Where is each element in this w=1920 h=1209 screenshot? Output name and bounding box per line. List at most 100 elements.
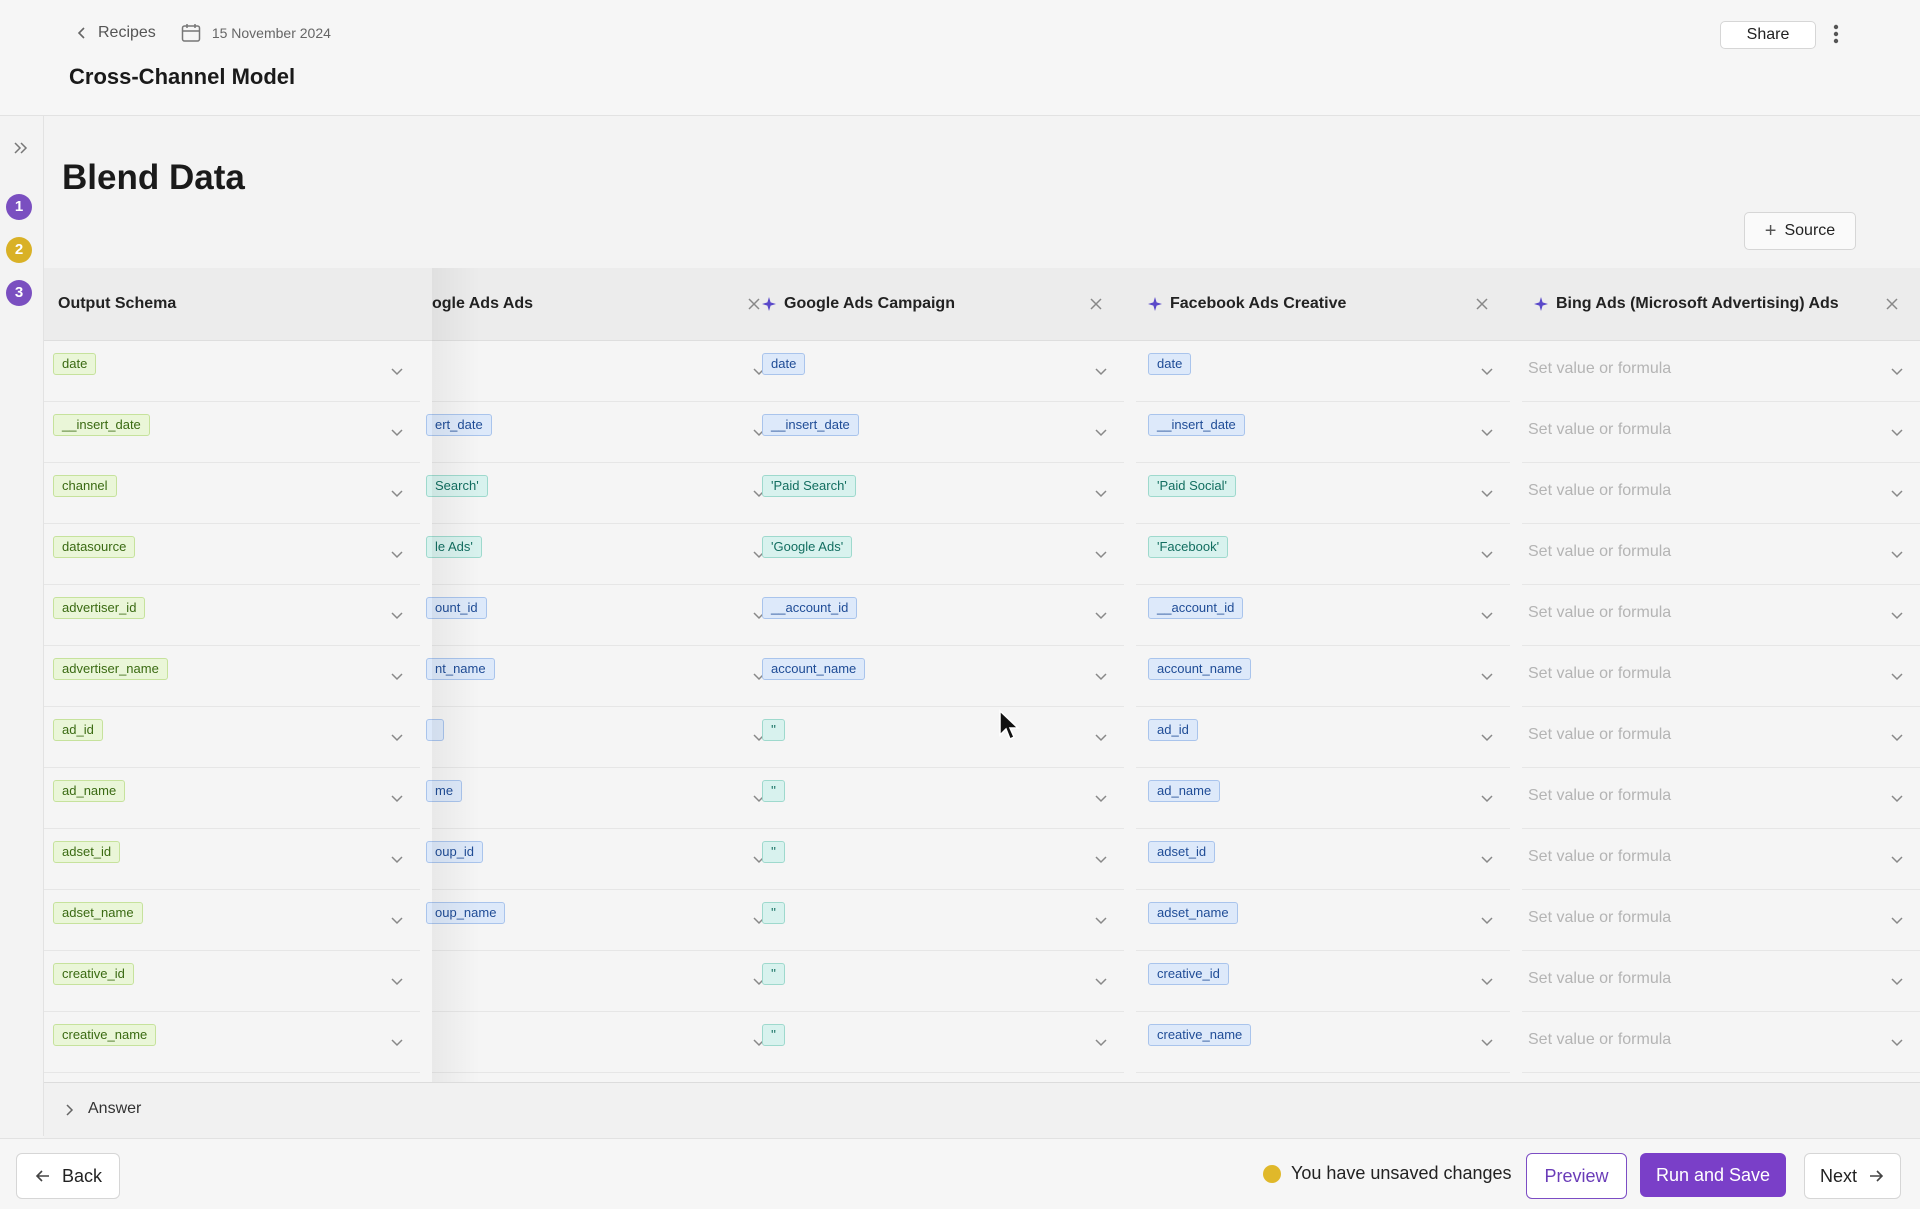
chevron-down-icon[interactable] [1890, 975, 1904, 989]
schema-cell[interactable]: advertiser_name [44, 645, 420, 707]
mapping-cell[interactable]: Set value or formula [1522, 645, 1920, 707]
mapping-cell[interactable]: 'Paid Social' [1136, 462, 1510, 524]
chevron-down-icon[interactable] [1094, 853, 1108, 867]
mapping-cell[interactable]: 'Facebook' [1136, 523, 1510, 585]
mapping-cell[interactable] [426, 706, 782, 768]
chevron-down-icon[interactable] [1094, 426, 1108, 440]
mapping-cell[interactable]: 'Paid Search' [750, 462, 1124, 524]
schema-cell[interactable]: datasource [44, 523, 420, 585]
chevron-down-icon[interactable] [390, 548, 404, 562]
chevron-down-icon[interactable] [1480, 975, 1494, 989]
chevron-down-icon[interactable] [1480, 548, 1494, 562]
chevron-down-icon[interactable] [390, 914, 404, 928]
mapping-cell[interactable]: oup_id [426, 828, 782, 890]
chevron-down-icon[interactable] [390, 670, 404, 684]
remove-source-icon[interactable] [1088, 296, 1104, 312]
schema-cell[interactable]: ad_name [44, 767, 420, 829]
chevron-down-icon[interactable] [390, 365, 404, 379]
chevron-down-icon[interactable] [1480, 853, 1494, 867]
chevron-down-icon[interactable] [390, 487, 404, 501]
mapping-cell[interactable]: __insert_date [1136, 401, 1510, 463]
chevron-down-icon[interactable] [390, 426, 404, 440]
chevron-down-icon[interactable] [1094, 914, 1108, 928]
mapping-cell[interactable]: nt_name [426, 645, 782, 707]
chevron-down-icon[interactable] [1890, 731, 1904, 745]
add-source-button[interactable]: + Source [1744, 212, 1856, 250]
mapping-cell[interactable]: Set value or formula [1522, 523, 1920, 585]
mapping-cell[interactable]: account_name [750, 645, 1124, 707]
schema-cell[interactable]: ad_id [44, 706, 420, 768]
mapping-cell[interactable]: adset_name [1136, 889, 1510, 951]
chevron-down-icon[interactable] [1480, 670, 1494, 684]
mapping-cell[interactable]: Set value or formula [1522, 767, 1920, 829]
chevron-left-icon[interactable] [74, 25, 90, 41]
chevron-down-icon[interactable] [1094, 670, 1108, 684]
chevron-right-icon[interactable] [62, 1103, 76, 1117]
chevron-down-icon[interactable] [1094, 975, 1108, 989]
chevron-down-icon[interactable] [1890, 365, 1904, 379]
schema-cell[interactable]: adset_id [44, 828, 420, 890]
schema-cell[interactable]: advertiser_id [44, 584, 420, 646]
chevron-down-icon[interactable] [1480, 609, 1494, 623]
chevron-down-icon[interactable] [390, 792, 404, 806]
share-button[interactable]: Share [1720, 21, 1816, 49]
mapping-cell[interactable] [432, 1011, 782, 1073]
mapping-cell[interactable]: 'Google Ads' [750, 523, 1124, 585]
mapping-cell[interactable]: oup_name [426, 889, 782, 951]
step-1-badge[interactable]: 1 [6, 194, 32, 220]
chevron-down-icon[interactable] [1890, 426, 1904, 440]
chevron-down-icon[interactable] [1094, 365, 1108, 379]
chevron-down-icon[interactable] [1094, 731, 1108, 745]
chevron-down-icon[interactable] [1890, 609, 1904, 623]
schema-cell[interactable]: date [44, 340, 420, 402]
mapping-cell[interactable]: creative_name [1136, 1011, 1510, 1073]
mapping-cell[interactable]: account_name [1136, 645, 1510, 707]
back-button[interactable]: Back [16, 1153, 120, 1199]
chevron-down-icon[interactable] [1890, 548, 1904, 562]
chevron-down-icon[interactable] [390, 609, 404, 623]
chevron-down-icon[interactable] [1890, 914, 1904, 928]
chevron-down-icon[interactable] [1094, 487, 1108, 501]
chevron-down-icon[interactable] [1094, 548, 1108, 562]
mapping-cell[interactable]: ount_id [426, 584, 782, 646]
mapping-cell[interactable]: '' [750, 1011, 1124, 1073]
mapping-cell[interactable]: Set value or formula [1522, 340, 1920, 402]
mapping-cell[interactable]: Set value or formula [1522, 889, 1920, 951]
mapping-cell[interactable]: '' [750, 767, 1124, 829]
chevron-down-icon[interactable] [1094, 792, 1108, 806]
remove-source-icon[interactable] [1474, 296, 1490, 312]
chevron-down-icon[interactable] [1094, 1036, 1108, 1050]
mapping-cell[interactable]: Set value or formula [1522, 706, 1920, 768]
chevron-down-icon[interactable] [1890, 487, 1904, 501]
mapping-cell[interactable]: creative_id [1136, 950, 1510, 1012]
schema-cell[interactable]: __insert_date [44, 401, 420, 463]
mapping-cell[interactable]: '' [750, 706, 1124, 768]
mapping-cell[interactable]: __account_id [750, 584, 1124, 646]
chevron-down-icon[interactable] [1480, 731, 1494, 745]
mapping-cell[interactable]: Search' [426, 462, 782, 524]
mapping-cell[interactable]: '' [750, 889, 1124, 951]
schema-cell[interactable]: creative_id [44, 950, 420, 1012]
mapping-cell[interactable]: ert_date [426, 401, 782, 463]
breadcrumb-recipes-link[interactable]: Recipes [98, 24, 156, 42]
run-and-save-button[interactable]: Run and Save [1640, 1153, 1786, 1197]
chevron-down-icon[interactable] [1890, 853, 1904, 867]
next-button[interactable]: Next [1804, 1153, 1901, 1199]
mapping-cell[interactable]: __insert_date [750, 401, 1124, 463]
chevron-down-icon[interactable] [1480, 1036, 1494, 1050]
mapping-cell[interactable]: date [750, 340, 1124, 402]
chevron-down-icon[interactable] [1890, 1036, 1904, 1050]
mapping-cell[interactable]: Set value or formula [1522, 1011, 1920, 1073]
schema-cell[interactable]: adset_name [44, 889, 420, 951]
step-2-badge[interactable]: 2 [6, 237, 32, 263]
chevron-down-icon[interactable] [390, 731, 404, 745]
mapping-cell[interactable]: Set value or formula [1522, 950, 1920, 1012]
chevron-down-icon[interactable] [1480, 487, 1494, 501]
remove-source-icon[interactable] [1884, 296, 1900, 312]
chevron-down-icon[interactable] [1480, 426, 1494, 440]
step-3-badge[interactable]: 3 [6, 280, 32, 306]
mapping-cell[interactable]: Set value or formula [1522, 401, 1920, 463]
chevron-down-icon[interactable] [1890, 792, 1904, 806]
schema-cell[interactable]: channel [44, 462, 420, 524]
mapping-cell[interactable] [432, 950, 782, 1012]
